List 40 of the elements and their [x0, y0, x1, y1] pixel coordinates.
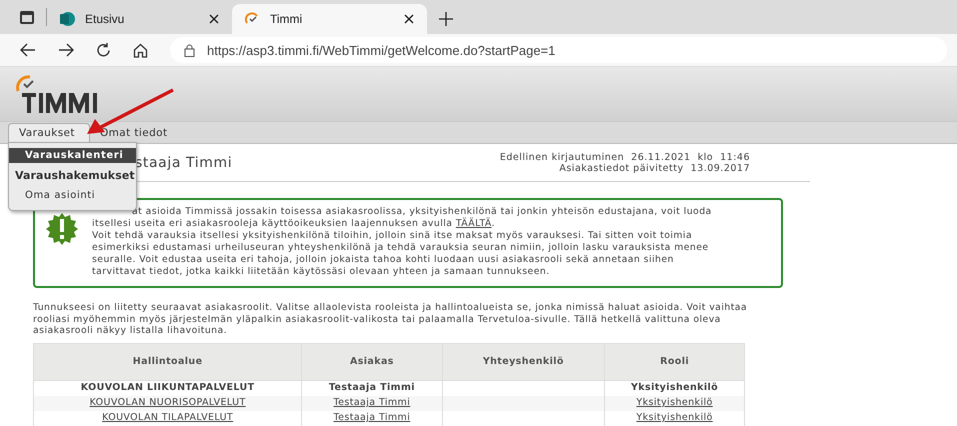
notice-text: tarvittavat tiedot, jotka kaikki liitetään käytössäsi olevaan yhteen ja samaan tunnukseen. — [92, 266, 551, 278]
table-link[interactable]: Yksityishenkilö — [636, 412, 713, 423]
menu-item[interactable]: Varauskalenteri — [9, 148, 136, 163]
reload-icon[interactable] — [96, 42, 111, 58]
notice-text: itsellesi useita eri asiakasrooleja käyttöoikeuksien laajennuksen avulla TÄÄLTÄ. — [92, 218, 496, 230]
forward-icon[interactable] — [58, 43, 74, 57]
link[interactable]: TÄÄLTÄ — [456, 218, 492, 229]
browser-tab[interactable]: Timmi — [232, 4, 427, 34]
last-login-text: Edellinen kirjautuminen 26.11.2021 klo 11:46 — [500, 152, 750, 162]
table-cell: Testaaja Timmi — [328, 382, 415, 393]
column-header: Yhteyshenkilö — [442, 343, 605, 380]
notice-text: esimerkiksi edustamasi urheiluseuran yhteyshenkilönä ja tehdä varauksia seuran nimiin, jolloin lasku varauksista menee — [92, 242, 710, 254]
browser-tab[interactable]: Etusivu — [47, 4, 232, 34]
nav-tab[interactable]: Varaukset — [8, 123, 90, 143]
menu-item[interactable]: Varaushakemukset — [9, 167, 136, 184]
updated-text: Asiakastiedot päivitetty 13.09.2017 — [559, 162, 750, 174]
intro-text: Tunnukseesi on liitetty seuraavat asiakasroolit. Valitse allaolevista rooleista ja hallintoalueista se, jonka nimissä haluat asioida. Voit vaihtaa rooliasi myöhemmin myös järjestelmän yläpalkin asiakasroolit-valikosta tai palaamalla Tervetuloa-sivulle. Tällä hetkellä valittuna oleva asiakasrooli näkyy listalla lihavoituna. — [33, 302, 748, 336]
warning-gear-icon — [45, 212, 79, 246]
lock-icon — [184, 44, 195, 56]
column-header: Asiakas — [302, 343, 442, 380]
tab-actions-icon[interactable] — [20, 11, 34, 24]
home-icon[interactable] — [133, 42, 148, 58]
address-field[interactable]: https://asp3.timmi.fi/WebTimmi/getWelcome.do?startPage=1 — [170, 37, 947, 63]
column-header: Hallintoalue — [34, 343, 302, 380]
table-cell: KOUVOLAN LIIKUNTAPALVELUT — [80, 382, 254, 393]
tab-title: Timmi — [270, 12, 304, 26]
new-tab-icon[interactable] — [439, 12, 453, 26]
site-icon — [59, 11, 75, 27]
table-link[interactable]: Testaaja Timmi — [334, 412, 410, 423]
back-icon[interactable] — [20, 43, 36, 57]
menu-item[interactable]: Oma asiointi — [9, 188, 136, 203]
tab-title: Etusivu — [85, 12, 126, 26]
table-link[interactable]: KOUVOLAN TILAPALVELUT — [102, 412, 234, 423]
page-heading: staaja Timmi — [135, 154, 234, 170]
notice-text: Voit tehdä varauksia itsellesi yksityishenkilönä tiloihin, jolloin sinä itse maksat myös varauksesi. Tai sitten voit toimia — [92, 230, 694, 242]
close-icon[interactable] — [208, 13, 220, 25]
close-icon[interactable] — [403, 13, 415, 25]
notice-text: seuralle. Voit edustaa useita eri tahoja, jolloin jokaista tahoa kohti luodaan uusi asiakasrooli sekä annetaan siihen — [92, 254, 675, 266]
table-cell: Yksityishenkilö — [631, 382, 718, 393]
column-header: Rooli — [604, 343, 744, 380]
